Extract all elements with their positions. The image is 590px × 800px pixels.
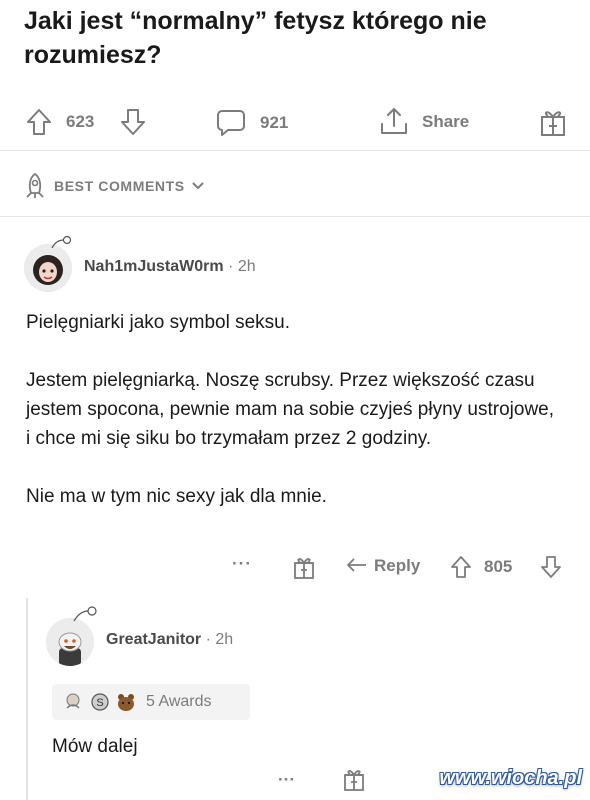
- comments-button[interactable]: 921: [216, 108, 288, 138]
- comment-author: GreatJanitor · 2h: [106, 631, 234, 648]
- reply-label: Reply: [374, 556, 421, 575]
- username[interactable]: GreatJanitor: [106, 631, 201, 648]
- comment-score: 805: [484, 557, 513, 576]
- more-options-button[interactable]: ···: [232, 554, 252, 574]
- timestamp: 2h: [215, 631, 234, 648]
- upvote-button[interactable]: [450, 555, 472, 584]
- comment-bubble-icon: [217, 110, 245, 136]
- thread-line[interactable]: [26, 598, 28, 800]
- gift-icon: [344, 770, 364, 791]
- awards-count: 5 Awards: [146, 693, 212, 710]
- award-hands-icon: [66, 693, 80, 709]
- awards-badge[interactable]: S 5 Awards: [52, 684, 250, 720]
- comment-action-bar: ···: [232, 554, 252, 574]
- award-button[interactable]: [538, 106, 568, 138]
- comment-body: Mów dalej: [52, 736, 138, 757]
- upvote-button[interactable]: [26, 108, 52, 136]
- post-action-bar: 623 921 Share: [0, 104, 590, 144]
- award-bear-icon: [118, 694, 134, 711]
- username[interactable]: Nah1mJustaW0rm: [84, 258, 224, 275]
- upvote-icon: [27, 109, 51, 135]
- post-score: 623: [66, 112, 95, 131]
- award-button[interactable]: [342, 766, 366, 797]
- award-button[interactable]: [292, 554, 316, 585]
- svg-text:S: S: [96, 697, 103, 709]
- gift-icon: [294, 558, 314, 579]
- downvote-button[interactable]: [540, 555, 562, 584]
- more-options-button[interactable]: ···: [278, 770, 295, 790]
- sort-label: BEST COMMENTS: [54, 178, 185, 194]
- post-title: Jaki jest “normalny” fetysz którego nie …: [24, 7, 487, 69]
- upvote-icon: [451, 556, 471, 578]
- timestamp: 2h: [237, 258, 256, 275]
- divider: [0, 150, 590, 151]
- share-button[interactable]: Share: [376, 106, 469, 138]
- comment-count: 921: [260, 113, 289, 132]
- avatar-antenna: [72, 605, 100, 628]
- avatar-antenna: [50, 234, 74, 255]
- sort-dropdown[interactable]: BEST COMMENTS: [22, 172, 205, 200]
- reply-arrow-icon: [347, 558, 366, 572]
- rocket-icon: [26, 173, 44, 198]
- divider: [0, 216, 590, 217]
- comment-author: Nah1mJustaW0rm · 2h: [84, 258, 256, 275]
- gift-icon: [541, 111, 565, 136]
- award-coin-icon: S: [91, 693, 109, 711]
- share-label: Share: [422, 112, 470, 131]
- watermark: www.wiocha.pl: [439, 767, 582, 789]
- comment-body: Pielęgniarki jako symbol seksu. Jestem p…: [26, 312, 555, 507]
- downvote-button[interactable]: [120, 108, 146, 136]
- downvote-icon: [541, 556, 561, 578]
- share-icon: [381, 108, 407, 134]
- chevron-down-icon: [191, 182, 204, 190]
- downvote-icon: [121, 109, 145, 135]
- reply-button[interactable]: Reply: [346, 556, 420, 576]
